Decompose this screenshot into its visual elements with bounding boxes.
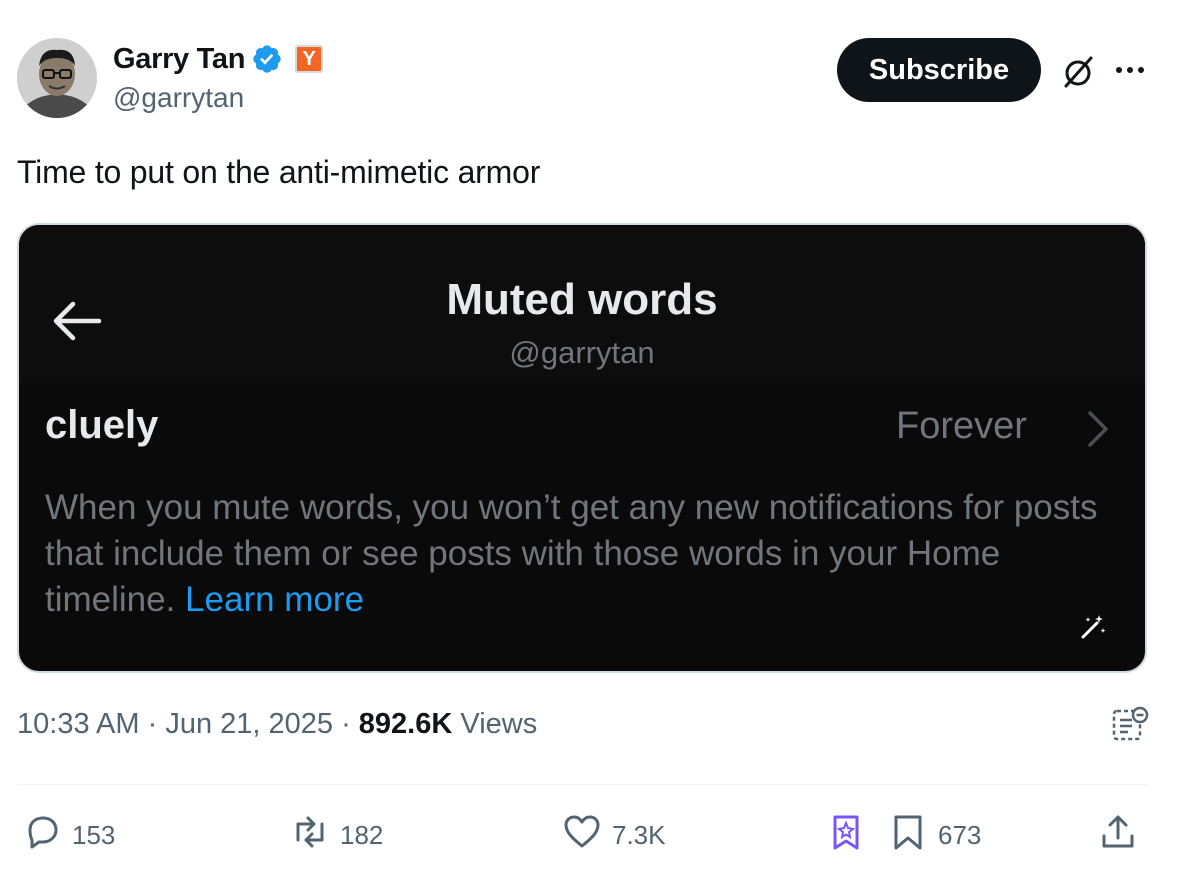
reply-button[interactable]: 153 xyxy=(22,812,115,859)
yc-affiliate-badge[interactable]: Y xyxy=(295,45,324,73)
grok-icon[interactable] xyxy=(1058,52,1098,92)
meta-separator: · xyxy=(139,708,166,740)
more-options-icon[interactable] xyxy=(1112,58,1148,82)
share-button[interactable] xyxy=(1098,812,1138,859)
repost-count: 182 xyxy=(340,820,384,850)
like-button[interactable]: 7.3K xyxy=(562,812,666,859)
reply-count: 153 xyxy=(72,820,116,850)
media-title: Muted words xyxy=(446,275,718,324)
tweet-meta: 10:33 AM · Jun 21, 2025 · 892.6K Views xyxy=(17,708,537,741)
bookmark-count: 673 xyxy=(938,820,982,850)
author-name[interactable]: Garry Tan xyxy=(113,43,245,76)
avatar[interactable] xyxy=(17,38,97,118)
views-label: Views xyxy=(460,708,538,740)
tweet-time[interactable]: 10:33 AM xyxy=(17,708,140,740)
share-icon xyxy=(1098,812,1138,859)
repost-icon xyxy=(290,812,330,859)
chevron-right-icon xyxy=(1085,409,1111,449)
tweet-media-image[interactable]: Muted words @garrytan cluely Forever Whe… xyxy=(17,223,1147,673)
premium-bookmark-icon xyxy=(826,812,866,859)
like-count: 7.3K xyxy=(612,820,666,850)
muted-word: cluely xyxy=(45,403,159,447)
heart-icon xyxy=(562,812,602,859)
author-name-row: Garry Tan Y xyxy=(113,40,324,78)
repost-button[interactable]: 182 xyxy=(290,812,383,859)
bookmark-icon xyxy=(888,812,928,859)
tweet-text: Time to put on the anti-mimetic armor xyxy=(17,154,541,190)
meta-separator: · xyxy=(333,708,359,740)
divider xyxy=(17,784,1148,785)
verified-badge-icon[interactable] xyxy=(251,43,283,75)
magic-wand-icon[interactable] xyxy=(1079,613,1107,641)
translate-post-icon[interactable] xyxy=(1110,705,1150,745)
author-handle[interactable]: @garrytan xyxy=(113,82,244,114)
premium-bookmark-button[interactable] xyxy=(826,812,866,859)
mute-duration: Forever xyxy=(896,405,1027,447)
bookmark-button[interactable]: 673 xyxy=(888,812,981,859)
media-handle: @garrytan xyxy=(509,335,655,370)
tweet-date[interactable]: Jun 21, 2025 xyxy=(165,708,333,740)
reply-icon xyxy=(22,812,62,859)
learn-more-link: Learn more xyxy=(185,580,365,619)
views-count: 892.6K xyxy=(358,708,453,740)
subscribe-button[interactable]: Subscribe xyxy=(837,38,1041,102)
media-description: When you mute words, you won’t get any n… xyxy=(45,485,1115,623)
